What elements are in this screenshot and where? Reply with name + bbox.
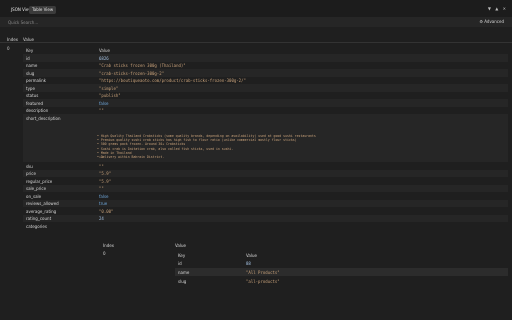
table-row: featured false [23, 99, 508, 107]
row-key: price [26, 171, 36, 176]
row-key: average_rating [26, 208, 57, 214]
category-key: name [178, 270, 190, 275]
short-description-list: • High Quality Thailand Crabsticks (some… [97, 134, 316, 159]
row-value[interactable]: "publish" [99, 93, 121, 98]
value-header: Value [99, 48, 110, 53]
table-row: name "Crab sticks frozen 300g (Thailand)" [23, 62, 508, 70]
row-key: id [26, 55, 30, 61]
table-row: regular_price "5.9" [23, 177, 508, 185]
row-value[interactable]: "5.9" [99, 171, 111, 176]
category-key: slug [178, 279, 187, 284]
categories-key-header: Key [178, 253, 186, 258]
category-row: slug "all-products" [175, 277, 508, 285]
row-key: permalink [26, 78, 46, 83]
row-value[interactable]: 24 [99, 216, 104, 221]
divider [0, 42, 512, 43]
table-row: permalink "https://boutiqueaoto.com/produ… [23, 77, 508, 85]
row-key: slug [26, 70, 35, 76]
row-value[interactable]: "crab-sticks-frozen-300g-2" [99, 71, 164, 76]
table-row: slug "crab-sticks-frozen-300g-2" [23, 69, 508, 77]
table-row: status "publish" [23, 92, 508, 100]
row-key: status [26, 93, 39, 98]
close-icon[interactable]: ✕ [503, 6, 506, 11]
table-row: average_rating "0.00" [23, 207, 508, 215]
row-value[interactable]: "https://boutiqueaoto.com/product/crab-s… [99, 78, 246, 83]
table-row: price "5.9" [23, 169, 508, 177]
outer-index-0: 0 [7, 46, 10, 51]
category-key: id [178, 261, 182, 266]
row-key: sale_price [26, 186, 47, 191]
table-row: reviews_allowed true [23, 199, 508, 207]
row-value[interactable]: true [99, 201, 107, 206]
row-key: name [26, 63, 38, 68]
arrow-down-icon[interactable]: ▼ [488, 6, 491, 11]
row-value[interactable]: false [99, 194, 109, 199]
row-key: featured [26, 100, 43, 106]
row-key: rating_count [26, 216, 52, 221]
search-input[interactable] [8, 18, 468, 26]
row-key: categories [26, 223, 47, 229]
row-value[interactable]: false [99, 101, 109, 106]
row-value[interactable]: "Crab sticks frozen 300g (Thailand)" [99, 63, 186, 68]
search-bar: ⚙ Advanced [0, 17, 512, 27]
row-value[interactable]: "5.9" [99, 179, 111, 184]
table-row: type "simple" [23, 84, 508, 92]
row-value[interactable]: "" [99, 108, 104, 113]
category-value[interactable]: 88 [246, 261, 251, 266]
top-toolbar: JSON View Table View ▼ ▲ ✕ [0, 0, 512, 17]
table-header: Key Value [23, 46, 508, 54]
row-key: type [26, 85, 35, 91]
tab-table-view[interactable]: Table View [29, 6, 57, 14]
row-key: short_description [26, 115, 61, 121]
row-key: description [26, 108, 49, 113]
table-row: sale_price "" [23, 184, 508, 192]
category-row: id 88 [175, 259, 508, 267]
row-value[interactable]: "simple" [99, 86, 118, 91]
row-key: sku [26, 163, 33, 169]
table-row: description "" [23, 107, 508, 115]
row-key: reviews_allowed [26, 201, 59, 206]
arrow-up-icon[interactable]: ▲ [495, 6, 498, 11]
category-value[interactable]: "All Products" [246, 270, 280, 275]
row-value[interactable]: 6826 [99, 56, 109, 61]
categories-value-header: Value [175, 243, 186, 248]
row-value[interactable]: "" [99, 164, 104, 169]
row-key: on_sale [26, 193, 42, 199]
categories-value-subheader: Value [246, 253, 257, 258]
category-row: name "All Products" [175, 268, 508, 276]
table-row: rating_count 24 [23, 214, 508, 222]
toolbar-icons: ▼ ▲ ✕ [485, 6, 506, 11]
key-header: Key [26, 48, 34, 53]
table-row: on_sale false [23, 192, 508, 200]
short-description-line: • Delivery within Bahrain District. [97, 155, 165, 160]
table-row: sku "" [23, 162, 508, 170]
category-value[interactable]: "all-products" [246, 279, 280, 284]
row-value[interactable]: "" [99, 186, 104, 191]
row-value[interactable]: "0.00" [99, 209, 113, 214]
table-row: id 6826 [23, 54, 508, 62]
advanced-button[interactable]: ⚙ Advanced [479, 19, 504, 24]
categories-index-0: 0 [103, 251, 106, 256]
row-key: regular_price [26, 178, 53, 184]
categories-index-header: Index [103, 243, 115, 248]
